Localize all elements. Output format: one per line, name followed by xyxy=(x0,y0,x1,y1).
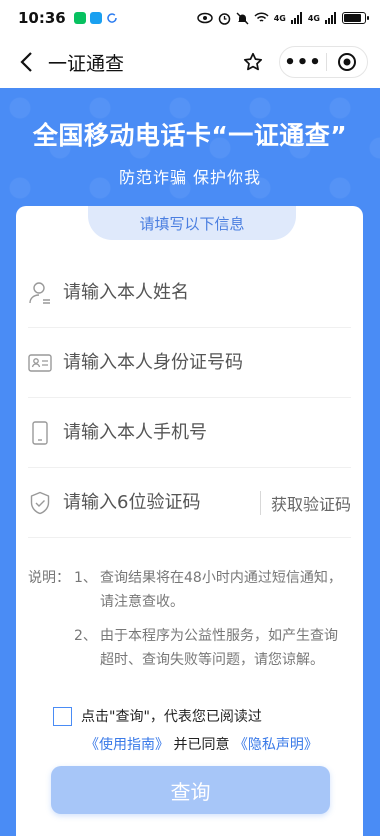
chevron-left-icon xyxy=(20,52,32,72)
phone-field-row xyxy=(28,398,351,468)
banner-title: 全国移动电话卡“一证通查” xyxy=(32,121,348,150)
agreement-text: 点击"查询"，代表您已阅读过 xyxy=(81,709,262,725)
note-item: 说明： 1、 查询结果将在48小时内通过短信通知，请注意查收。 xyxy=(28,566,351,614)
form-tab-label: 请填写以下信息 xyxy=(88,206,296,240)
agreement-connector: 并已同意 xyxy=(173,737,230,753)
id-field-row xyxy=(28,328,351,398)
usage-guide-link[interactable]: 《使用指南》 xyxy=(85,737,169,753)
more-button[interactable]: ••• xyxy=(280,47,326,77)
banner-subtitle: 防范诈骗 保护你我 xyxy=(118,168,262,187)
id-number-input[interactable] xyxy=(63,352,351,373)
app-notification-icon xyxy=(89,12,102,24)
eye-icon xyxy=(196,12,213,24)
signal-label-2: 4G xyxy=(307,13,320,23)
signal-icon-2 xyxy=(325,12,336,24)
favorite-button[interactable] xyxy=(237,46,269,78)
agreement: 点击"查询"，代表您已阅读过 《使用指南》 并已同意 《隐私声明》 xyxy=(53,706,353,754)
user-icon xyxy=(28,281,52,305)
target-close-icon xyxy=(338,53,356,71)
mute-icon xyxy=(236,12,249,24)
name-field-row xyxy=(28,258,351,328)
note-item: 2、 由于本程序为公益性服务，如产生查询超时、查询失败等问题，请您谅解。 xyxy=(74,628,338,668)
page-title: 一证通查 xyxy=(48,52,125,75)
phone-icon xyxy=(28,420,52,445)
status-time: 10:36 xyxy=(18,9,66,27)
mini-program-capsule: ••• xyxy=(279,46,368,78)
agree-checkbox[interactable] xyxy=(53,706,72,726)
close-mini-program-button[interactable] xyxy=(327,47,367,77)
alarm-icon xyxy=(218,12,230,25)
sync-icon xyxy=(107,13,117,23)
name-input[interactable] xyxy=(63,282,351,303)
signal-label-1: 4G xyxy=(273,13,286,23)
star-icon xyxy=(243,52,263,71)
phone-input[interactable] xyxy=(63,422,351,443)
status-bar: 10:36 4G 4G xyxy=(0,0,380,36)
privacy-statement-link[interactable]: 《隐私声明》 xyxy=(234,737,318,753)
notes: 说明： 1、 查询结果将在48小时内通过短信通知，请注意查收。 2、 由于本程序… xyxy=(28,566,351,672)
query-button[interactable]: 查询 xyxy=(51,766,330,814)
nav-bar: 一证通查 ••• xyxy=(0,36,380,88)
verification-code-input[interactable] xyxy=(63,492,254,513)
code-field-row: 获取验证码 xyxy=(28,468,351,538)
banner: 全国移动电话卡“一证通查” 防范诈骗 保护你我 xyxy=(0,88,380,208)
back-button[interactable] xyxy=(12,42,40,82)
shield-check-icon xyxy=(28,491,52,515)
wechat-icon xyxy=(73,12,86,24)
signal-icon xyxy=(290,12,302,24)
get-code-button[interactable]: 获取验证码 xyxy=(271,491,351,515)
wifi-icon xyxy=(254,12,269,22)
form-card: 请填写以下信息 获取验证码 说明： 1、 查询结果将在48小时内通过短信通知，请… xyxy=(16,206,363,836)
id-card-icon xyxy=(28,351,52,375)
battery-icon xyxy=(342,12,369,24)
notes-label: 说明： xyxy=(28,570,70,586)
